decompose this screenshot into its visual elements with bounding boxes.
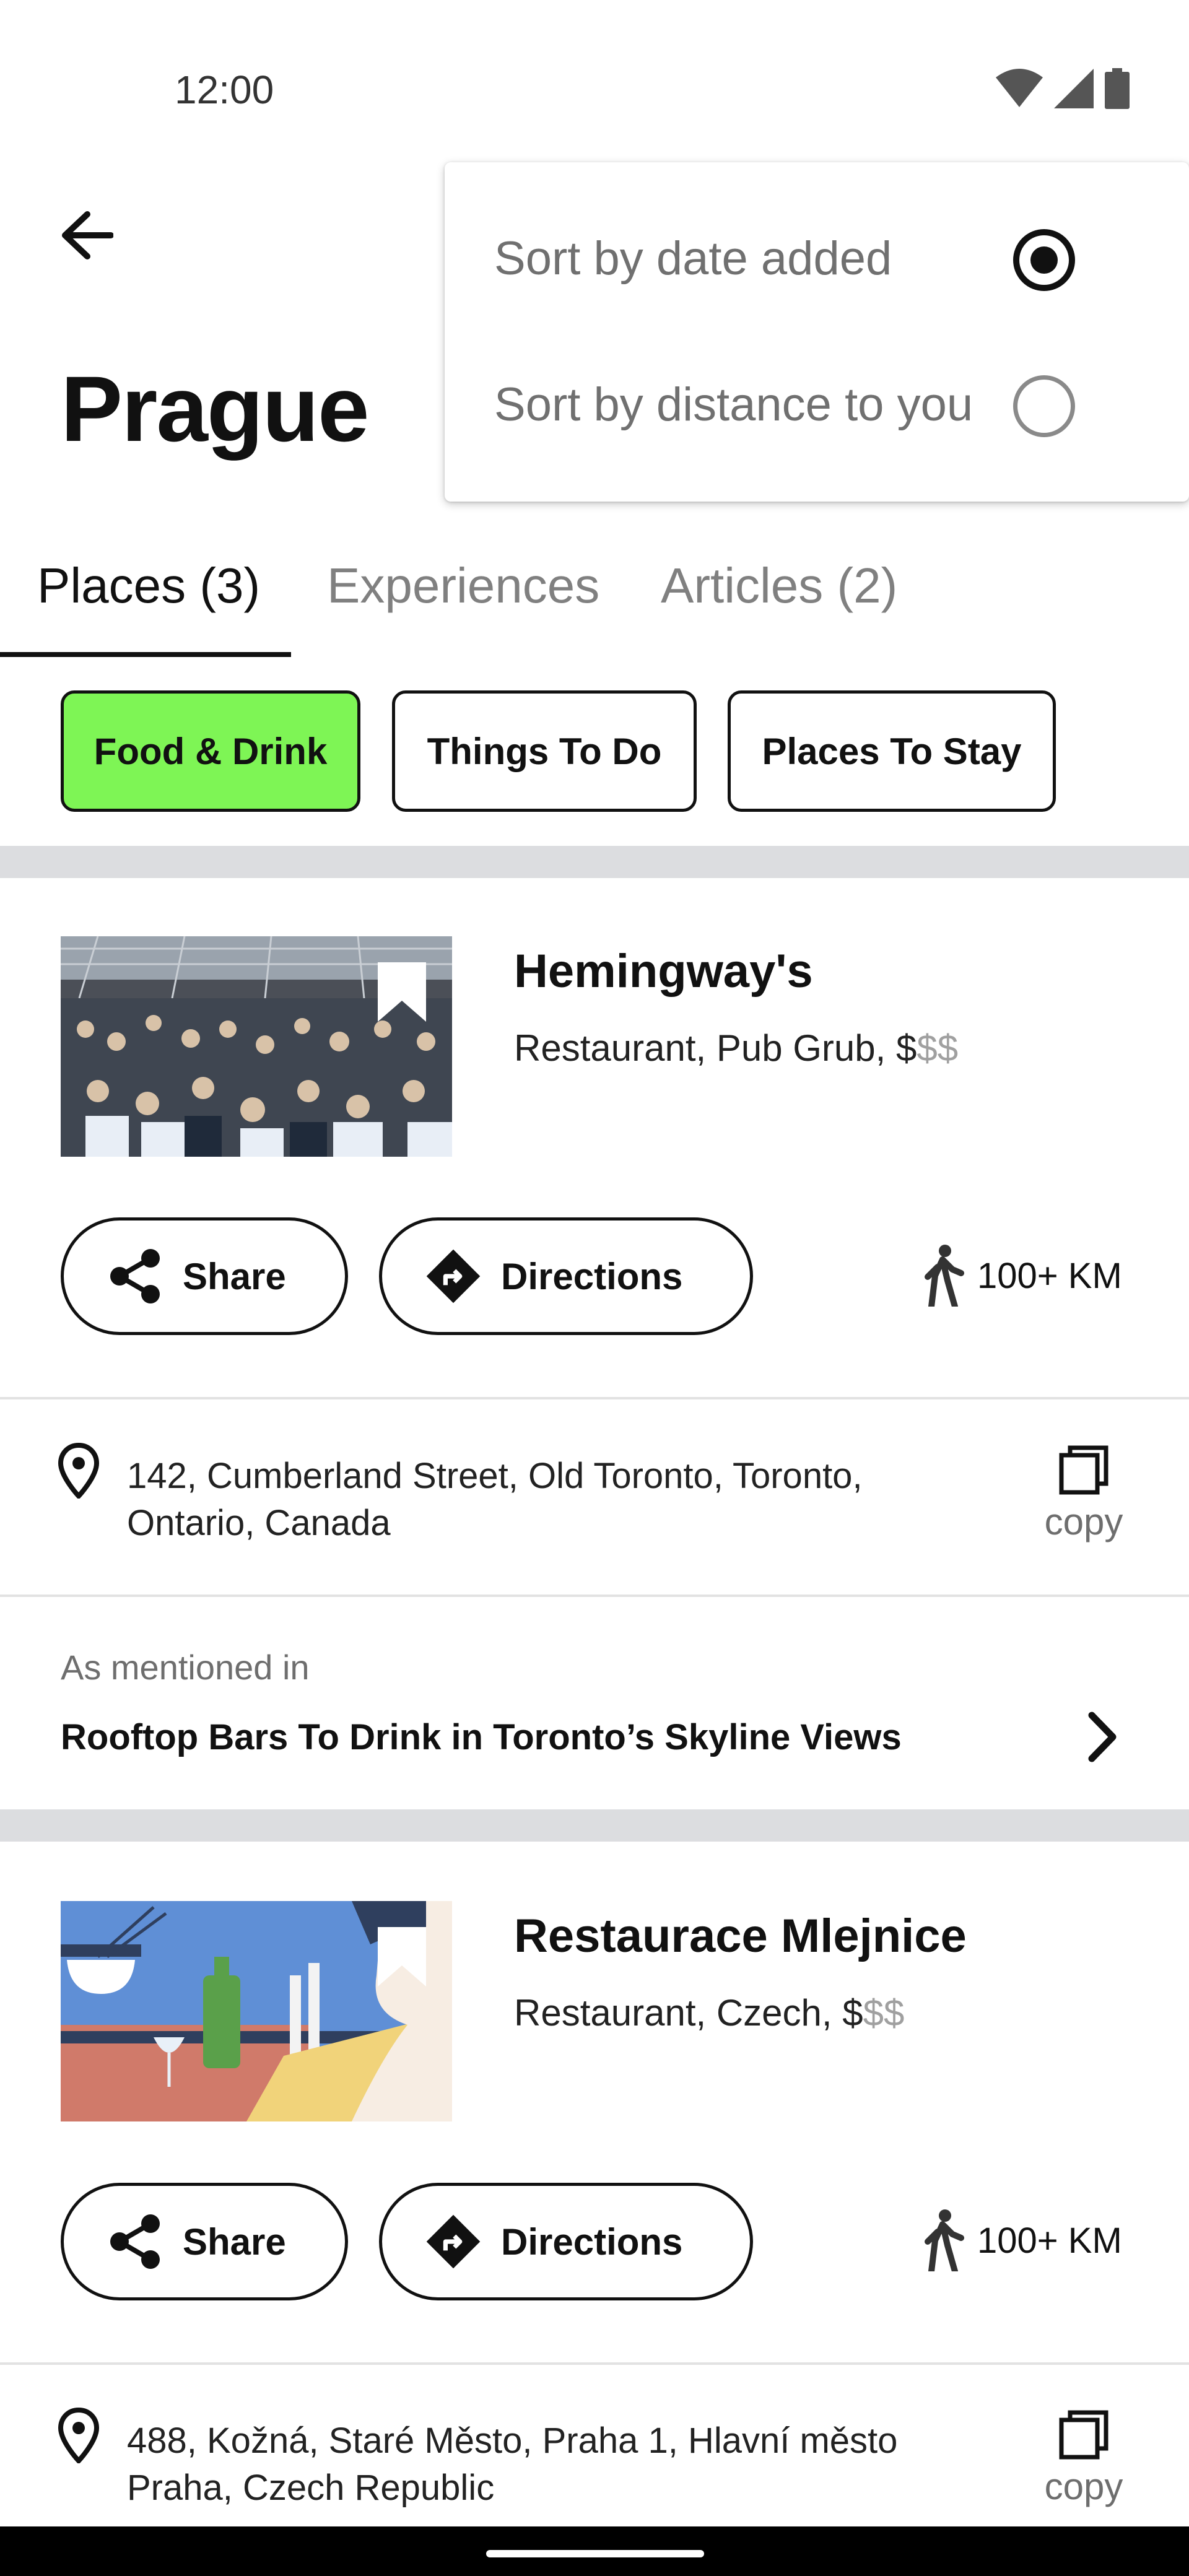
tab-articles[interactable]: Articles (2) (661, 557, 897, 614)
tab-places[interactable]: Places (3) (37, 557, 260, 614)
place-photo[interactable] (61, 1901, 452, 2121)
walking-icon (925, 1245, 964, 1307)
directions-icon (426, 1249, 481, 1303)
address-line-1: 488, Kožná, Staré Město, Praha 1, Hlavní… (127, 2421, 898, 2461)
row-divider (0, 1595, 1189, 1597)
distance-text: 100+ KM (977, 1255, 1122, 1296)
home-gesture-handle[interactable] (486, 2550, 704, 2557)
place-category: Restaurant, Czech, $ (514, 1992, 863, 2034)
share-label: Share (183, 1255, 286, 1297)
walking-icon (925, 2209, 964, 2271)
distance-indicator: 100+ KM (923, 2209, 1122, 2271)
tab-experiences[interactable]: Experiences (327, 557, 599, 614)
filter-chip-food-drink[interactable]: Food & Drink (61, 690, 360, 812)
directions-icon (426, 2214, 481, 2269)
back-button[interactable] (56, 204, 118, 266)
section-divider (0, 1809, 1189, 1842)
radio-selected-icon[interactable] (1013, 229, 1075, 291)
mentioned-article-link[interactable]: Rooftop Bars To Drink in Toronto’s Skyli… (61, 1717, 902, 1758)
battery-icon (1105, 68, 1130, 109)
page-title: Prague (61, 357, 370, 461)
status-icons (996, 67, 1130, 110)
place-name[interactable]: Restaurace Mlejnice (514, 1909, 967, 1963)
price-level-dim: $$ (917, 1027, 959, 1069)
signal-icon (1054, 69, 1094, 108)
share-icon (110, 2214, 160, 2269)
place-category: Restaurant, Pub Grub, $ (514, 1027, 917, 1069)
row-divider (0, 1397, 1189, 1399)
row-divider (0, 2362, 1189, 2365)
location-pin-icon (58, 1443, 100, 1499)
filter-chip-things-to-do[interactable]: Things To Do (392, 690, 697, 812)
wifi-icon (996, 69, 1043, 107)
active-tab-indicator (0, 652, 291, 657)
directions-button[interactable]: Directions (379, 1217, 753, 1335)
system-nav-bar (0, 2526, 1189, 2576)
section-divider (0, 846, 1189, 878)
share-button[interactable]: Share (61, 1217, 348, 1335)
sort-option-distance[interactable]: Sort by distance to you (494, 378, 973, 432)
place-address: 142, Cumberland Street, Old Toronto, Tor… (127, 1453, 963, 1547)
share-label: Share (183, 2221, 286, 2263)
place-name[interactable]: Hemingway's (514, 944, 813, 998)
radio-unselected-icon[interactable] (1013, 375, 1075, 437)
address-line-1: 142, Cumberland Street, Old Toronto, Tor… (127, 1456, 863, 1496)
sort-option-date-added[interactable]: Sort by date added (494, 232, 892, 285)
filter-chip-places-to-stay[interactable]: Places To Stay (728, 690, 1056, 812)
place-meta: Restaurant, Czech, $$$ (514, 1991, 904, 2034)
copy-icon (1059, 2410, 1108, 2460)
copy-label: copy (1044, 2466, 1123, 2507)
distance-indicator: 100+ KM (923, 1245, 1122, 1307)
place-address: 488, Kožná, Staré Město, Praha 1, Hlavní… (127, 2417, 963, 2512)
directions-label: Directions (501, 1255, 683, 1297)
copy-label: copy (1044, 1501, 1123, 1543)
place-photo[interactable] (61, 936, 452, 1157)
directions-label: Directions (501, 2221, 683, 2263)
chevron-right-icon[interactable] (1081, 1709, 1124, 1765)
address-line-2: Ontario, Canada (127, 1503, 391, 1543)
distance-text: 100+ KM (977, 2220, 1122, 2261)
tab-bar: Places (3) Experiences Articles (2) (0, 539, 1189, 657)
address-line-2: Praha, Czech Republic (127, 2468, 495, 2508)
share-icon (110, 1249, 160, 1303)
price-level-dim: $$ (863, 1992, 905, 2034)
copy-address-button[interactable]: copy (1040, 1444, 1127, 1543)
location-pin-icon (58, 2408, 100, 2463)
share-button[interactable]: Share (61, 2183, 348, 2300)
mentioned-in-label: As mentioned in (61, 1648, 310, 1687)
copy-icon (1059, 1445, 1108, 1495)
sort-menu: Sort by date added Sort by distance to y… (445, 162, 1189, 502)
arrow-left-icon (62, 211, 113, 259)
directions-button[interactable]: Directions (379, 2183, 753, 2300)
status-time: 12:00 (175, 67, 274, 112)
copy-address-button[interactable]: copy (1040, 2409, 1127, 2508)
place-meta: Restaurant, Pub Grub, $$$ (514, 1027, 958, 1069)
